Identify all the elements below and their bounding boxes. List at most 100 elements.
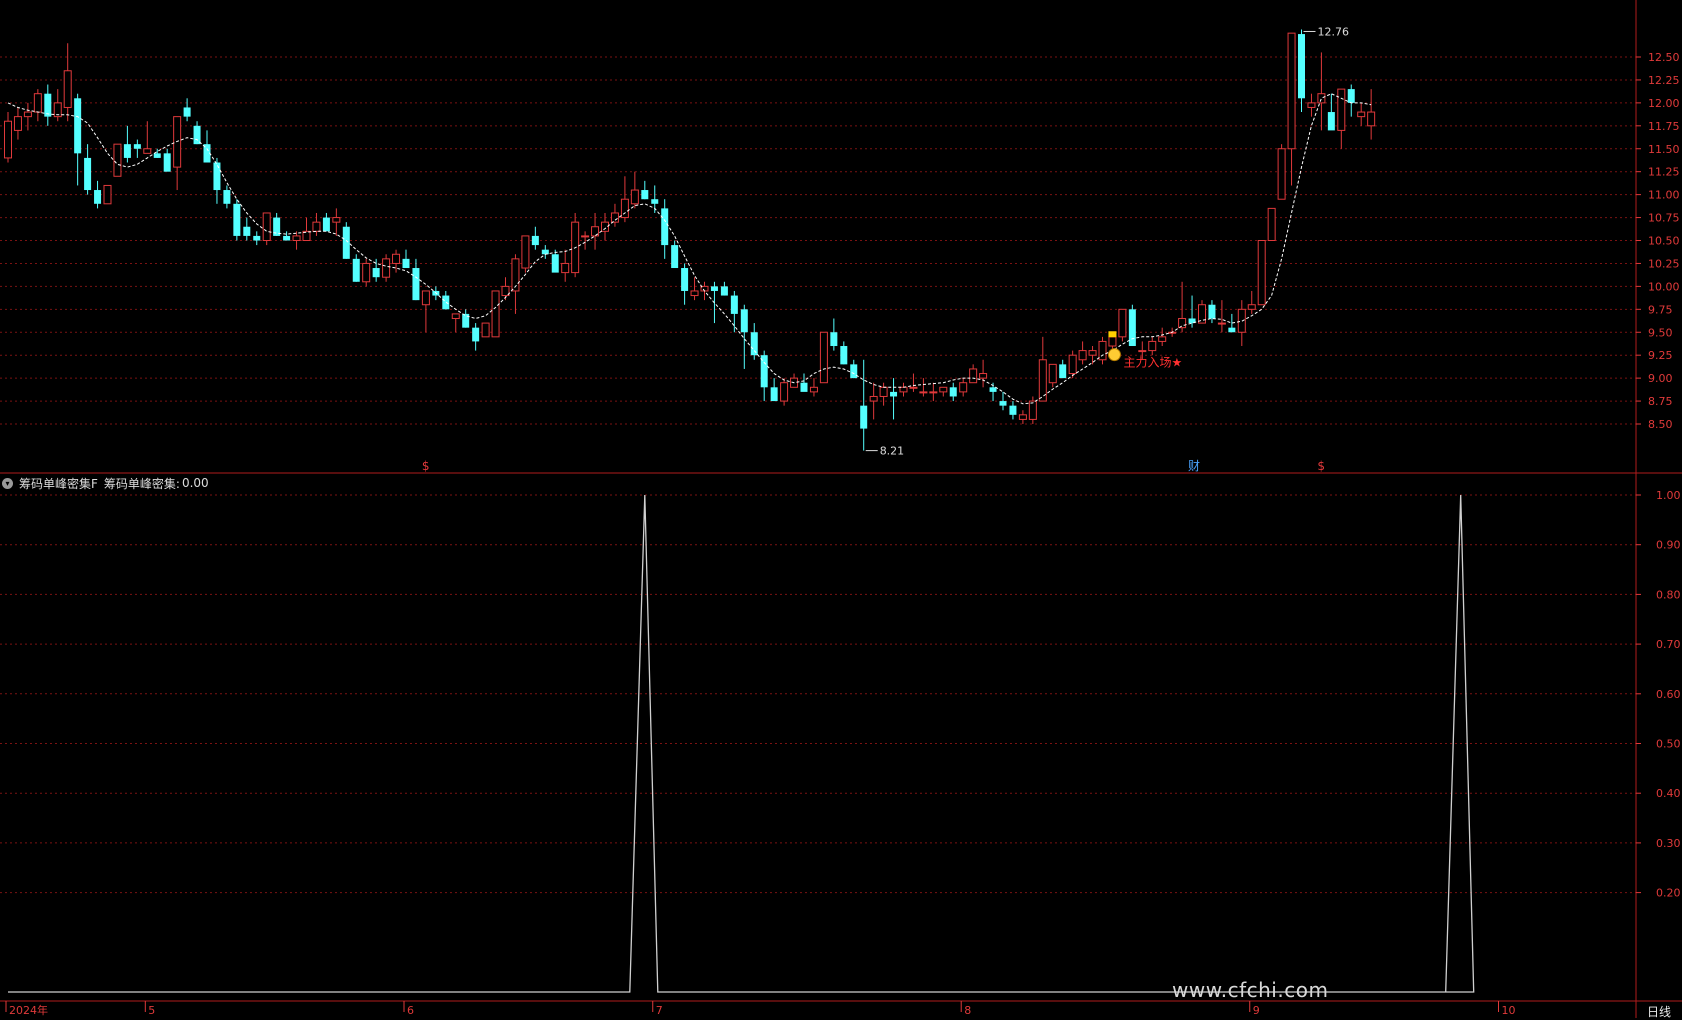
price-tick-label: 11.50	[1648, 143, 1680, 156]
candle-body	[521, 235, 530, 269]
candle-body	[163, 153, 171, 172]
candle-body	[1287, 32, 1296, 150]
candle-body	[421, 290, 430, 306]
candle-body	[481, 322, 490, 338]
candle-body	[342, 226, 350, 259]
price-tick-label: 12.00	[1648, 97, 1680, 110]
date-tick-label: 8	[964, 1004, 971, 1017]
candle[interactable]	[571, 212, 580, 278]
event-marker[interactable]: $	[422, 459, 430, 473]
candle-body	[770, 387, 778, 402]
candle-body	[1257, 240, 1266, 306]
price-tick-label: 11.75	[1648, 120, 1680, 133]
candle-body	[243, 226, 251, 236]
candle-body	[4, 120, 12, 159]
event-marker[interactable]: 财	[1188, 459, 1200, 473]
candle-body	[1217, 322, 1226, 325]
indicator-tick-label: 0.90	[1656, 539, 1681, 552]
price-tick-label: 10.25	[1648, 257, 1680, 270]
candle-body	[620, 198, 629, 219]
date-tick-label: 9	[1253, 1004, 1260, 1017]
indicator-tick-label: 1.00	[1656, 489, 1681, 502]
candle[interactable]	[1068, 350, 1077, 379]
candle[interactable]	[103, 184, 112, 205]
candle-body	[1337, 88, 1346, 131]
candle-body	[292, 235, 301, 242]
date-tick-label: 2024年	[9, 1003, 48, 1017]
candle-body	[601, 221, 609, 232]
candle-body	[1088, 350, 1097, 356]
candle-body	[1178, 317, 1187, 329]
candle-body	[1108, 336, 1117, 347]
indicator-tick-label: 0.20	[1656, 887, 1681, 900]
candle[interactable]	[1267, 207, 1276, 241]
candle-body	[641, 190, 649, 200]
candle[interactable]	[1257, 240, 1266, 306]
candle-body	[979, 373, 988, 379]
date-tick-label: 6	[407, 1004, 414, 1017]
candle[interactable]	[233, 199, 241, 241]
candle-body	[94, 190, 102, 204]
candle-body	[13, 116, 22, 131]
candle[interactable]	[521, 235, 530, 273]
candle-body	[890, 391, 898, 397]
candle-body	[74, 98, 82, 154]
candle[interactable]	[780, 378, 789, 406]
candle[interactable]	[1028, 396, 1037, 424]
indicator-name[interactable]: 筹码单峰密集F	[19, 475, 98, 492]
collapse-toggle-icon[interactable]: ▾	[2, 477, 13, 489]
candle-body	[1028, 400, 1037, 420]
price-tick-label: 9.00	[1648, 372, 1673, 385]
candle-body	[939, 386, 948, 393]
event-marker[interactable]: $	[1317, 459, 1325, 473]
candle-body	[352, 258, 360, 282]
candle-body	[909, 386, 918, 389]
candle[interactable]	[382, 254, 391, 282]
candle-body	[1118, 308, 1127, 338]
price-tick-label: 12.50	[1648, 51, 1680, 64]
period-label[interactable]: 日线	[1647, 1003, 1671, 1020]
date-tick-label: 5	[148, 1004, 155, 1017]
candle-body	[253, 235, 261, 241]
candle-body	[869, 395, 878, 402]
candle[interactable]	[362, 258, 371, 287]
candle-body	[233, 203, 241, 236]
candle-body	[531, 235, 539, 246]
candle-body	[949, 387, 957, 397]
candle[interactable]	[1118, 308, 1127, 342]
candle-body	[730, 295, 738, 314]
candle[interactable]	[481, 322, 490, 338]
candle-body	[23, 111, 32, 118]
candle-body	[1277, 148, 1286, 200]
candle[interactable]	[1277, 144, 1286, 200]
candle-body	[451, 313, 460, 319]
candle[interactable]	[1128, 304, 1136, 347]
price-tick-label: 8.75	[1648, 395, 1673, 408]
candle-body	[143, 148, 152, 154]
candle[interactable]	[262, 212, 271, 246]
candle[interactable]	[819, 331, 828, 384]
candle-body	[113, 143, 122, 177]
candle[interactable]	[113, 143, 122, 177]
candle-body	[322, 217, 330, 232]
candle-body	[1357, 111, 1366, 118]
candle-body	[879, 386, 888, 397]
candle-body	[262, 212, 271, 242]
candle[interactable]	[491, 290, 500, 338]
candle-body	[1298, 34, 1305, 99]
candle-body	[1158, 336, 1167, 342]
candle-body	[412, 268, 420, 301]
candle-body	[332, 217, 341, 223]
indicator-tick-label: 0.80	[1656, 588, 1681, 601]
chart-canvas[interactable]: 8.50 8.75 9.00 9.25 9.50 9.75 10.00 10.25 10.50 1…	[0, 0, 1682, 1018]
candle-body	[581, 235, 590, 238]
candle-body	[999, 401, 1007, 406]
candle-body	[123, 144, 131, 158]
candle-body	[1228, 327, 1236, 333]
signal-label: 主力入场★	[1123, 356, 1182, 370]
candle-body	[133, 144, 141, 149]
candle-body	[44, 93, 52, 117]
candle-body	[1317, 93, 1326, 104]
candle[interactable]	[1098, 336, 1107, 365]
candle-body	[800, 382, 808, 392]
